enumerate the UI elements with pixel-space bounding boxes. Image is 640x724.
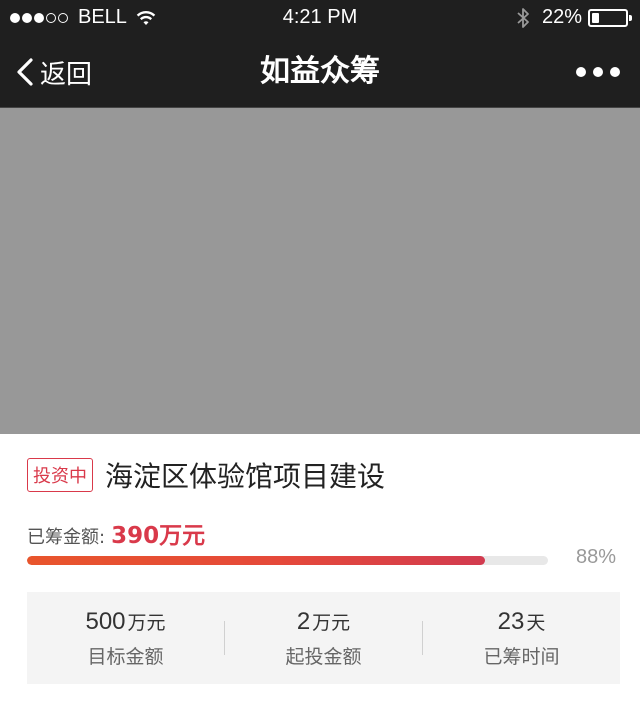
raised-amount: 已筹金额: 390万元	[27, 516, 205, 550]
stat-number: 2	[296, 607, 311, 635]
stat-unit: 万元	[312, 611, 351, 634]
battery-icon	[588, 8, 632, 27]
project-title-row: 投资中 海淀区体验馆项目建设	[27, 455, 385, 495]
stat-value: 23 天	[423, 608, 620, 636]
raised-label: 已筹金额:	[27, 527, 106, 548]
stat-unit: 万元	[127, 611, 166, 634]
progress-fill	[27, 556, 486, 565]
banner-image	[0, 108, 640, 434]
back-button[interactable]: 返回	[16, 36, 92, 108]
navigation-bar: 返回 如益众筹	[0, 36, 640, 108]
status-badge: 投资中	[27, 458, 93, 492]
stat-target-amount: 500 万元 目标金额	[27, 608, 224, 669]
stat-value: 2 万元	[225, 608, 422, 636]
stat-number: 23	[497, 607, 525, 635]
bluetooth-icon	[517, 7, 529, 28]
battery-percentage: 22%	[541, 6, 582, 28]
stat-label: 目标金额	[87, 645, 164, 668]
stat-value: 500 万元	[27, 608, 224, 636]
status-bar: BELL 4:21 PM 22%	[0, 0, 640, 36]
project-title: 海淀区体验馆项目建设	[105, 460, 386, 493]
progress-percentage: 88%	[575, 546, 616, 568]
page-title: 如益众筹	[260, 54, 380, 89]
stat-label: 起投金额	[285, 645, 362, 668]
status-right: 22%	[516, 6, 632, 29]
battery-fill	[592, 12, 600, 23]
stats-panel: 500 万元 目标金额 2 万元 起投金额 23 天 已筹时间	[27, 592, 620, 684]
more-icon[interactable]	[576, 64, 620, 80]
progress-bar	[27, 556, 548, 565]
stat-unit: 天	[526, 611, 546, 634]
stat-elapsed-time: 23 天 已筹时间	[423, 608, 620, 669]
back-chevron-icon	[17, 58, 33, 86]
raised-value: 390万元	[111, 523, 206, 549]
back-label: 返回	[40, 59, 93, 90]
stat-label: 已筹时间	[483, 645, 560, 668]
stat-number: 500	[85, 607, 126, 635]
stat-min-investment: 2 万元 起投金额	[225, 608, 422, 669]
